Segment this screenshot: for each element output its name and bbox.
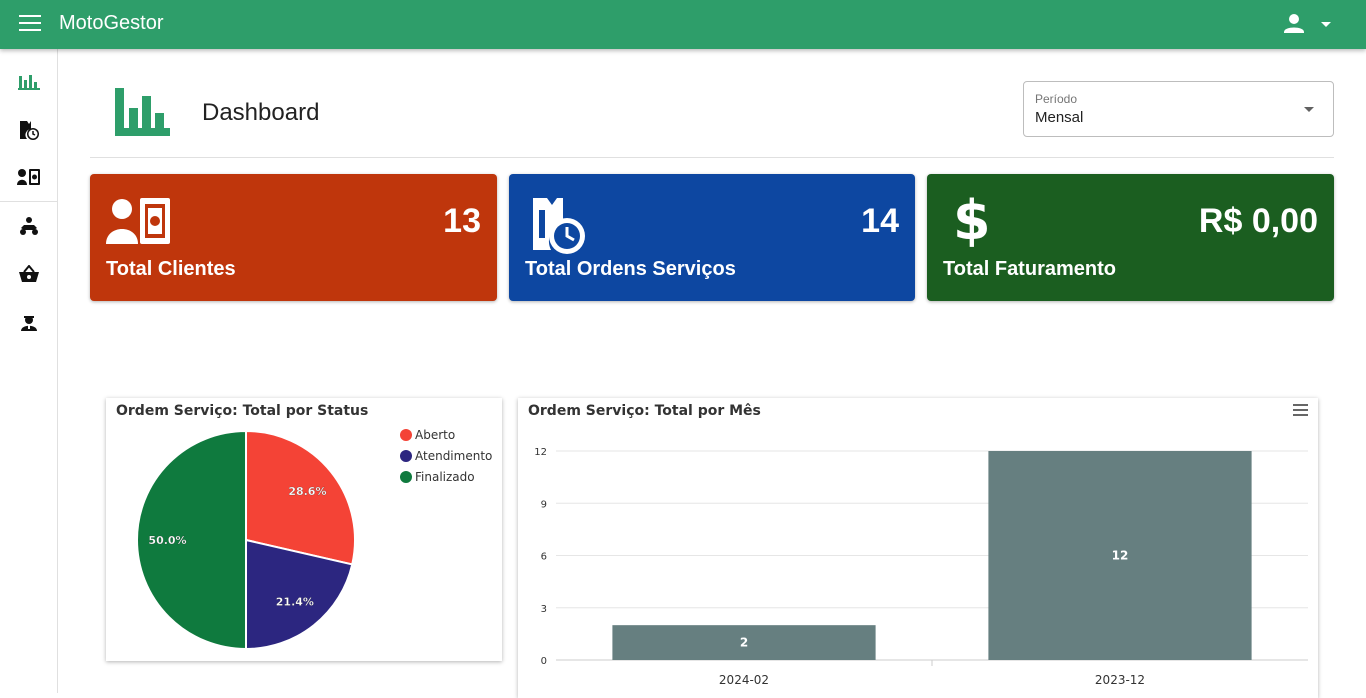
- dollar-icon: $: [953, 189, 991, 252]
- service-order-icon: [20, 121, 39, 140]
- period-label: Período: [1035, 92, 1078, 106]
- legend-item-atendimento[interactable]: Atendimento: [400, 445, 492, 466]
- sidebar-item-mechanics[interactable]: [14, 307, 44, 337]
- legend-label: Finalizado: [415, 469, 475, 484]
- period-value: Mensal: [1035, 109, 1084, 126]
- x-tick-label: 2024-02: [719, 673, 769, 687]
- sidebar: [0, 49, 58, 693]
- dashboard-header-icon: [112, 86, 172, 143]
- service-order-clock-icon: [525, 196, 589, 261]
- card-total-clientes: 13 Total Clientes: [90, 174, 497, 301]
- client-card-icon: [106, 196, 172, 251]
- chart-status-panel: Ordem Serviço: Total por Status 28.6% 21.…: [106, 398, 502, 661]
- legend-dot: [400, 449, 412, 462]
- bar-chart-icon: [115, 88, 170, 136]
- y-tick-label: 9: [541, 499, 547, 510]
- y-tick-label: 3: [541, 604, 547, 615]
- x-tick-label: 2023-12: [1095, 673, 1145, 687]
- sidebar-item-service-orders[interactable]: [14, 115, 44, 145]
- pie-data-label: 28.6%: [288, 485, 326, 498]
- legend-label: Aberto: [415, 427, 456, 442]
- bar-data-label: 12: [1112, 549, 1129, 563]
- app-title: MotoGestor: [59, 12, 164, 34]
- y-tick-label: 0: [541, 656, 547, 667]
- sidebar-item-clients[interactable]: [14, 162, 44, 192]
- moto-icon: [20, 217, 38, 235]
- legend-item-aberto[interactable]: Aberto: [400, 424, 492, 445]
- app-bar: MotoGestor: [0, 0, 1366, 49]
- sidebar-item-dashboard[interactable]: [14, 66, 44, 96]
- card-label: Total Faturamento: [943, 258, 1116, 280]
- sidebar-item-motos[interactable]: [14, 211, 44, 241]
- legend-dot: [400, 428, 412, 441]
- legend-dot: [400, 470, 412, 483]
- pie-data-label: 21.4%: [276, 595, 314, 608]
- chart-month-panel: Ordem Serviço: Total por Mês 0 3 6 9 12 2 2024…: [518, 398, 1318, 698]
- dropdown-arrow-icon: [1304, 107, 1314, 112]
- card-value: 14: [861, 202, 899, 240]
- mechanic-icon: [21, 316, 37, 331]
- page-title: Dashboard: [202, 99, 320, 126]
- user-icon: [1284, 14, 1304, 33]
- card-value: R$ 0,00: [1198, 202, 1318, 240]
- user-menu-button[interactable]: [1282, 12, 1336, 36]
- card-total-ordens: 14 Total Ordens Serviços: [509, 174, 915, 301]
- card-value: 13: [443, 202, 481, 240]
- legend-item-finalizado[interactable]: Finalizado: [400, 466, 492, 487]
- period-select[interactable]: Período Mensal: [1023, 81, 1334, 137]
- caret-down-icon: [1321, 22, 1331, 27]
- bar-chart: 0 3 6 9 12 2 2024-02 12 2023-12: [534, 447, 1308, 687]
- bar-data-label: 2: [740, 636, 748, 650]
- menu-icon[interactable]: [19, 15, 41, 33]
- y-tick-label: 12: [534, 447, 547, 458]
- client-card-icon: [17, 169, 40, 185]
- card-total-faturamento: $ R$ 0,00 Total Faturamento: [927, 174, 1334, 301]
- bar-chart-icon: [18, 75, 40, 90]
- y-tick-label: 6: [541, 552, 547, 563]
- header-divider: [90, 157, 1334, 158]
- card-label: Total Ordens Serviços: [525, 258, 736, 280]
- basket-icon: [19, 265, 39, 282]
- card-label: Total Clientes: [106, 258, 236, 280]
- pie-data-label: 50.0%: [148, 534, 186, 547]
- sidebar-item-products[interactable]: [14, 259, 44, 289]
- legend-label: Atendimento: [415, 448, 493, 463]
- sidebar-divider: [0, 201, 58, 202]
- chart-legend: Aberto Atendimento Finalizado: [400, 424, 492, 487]
